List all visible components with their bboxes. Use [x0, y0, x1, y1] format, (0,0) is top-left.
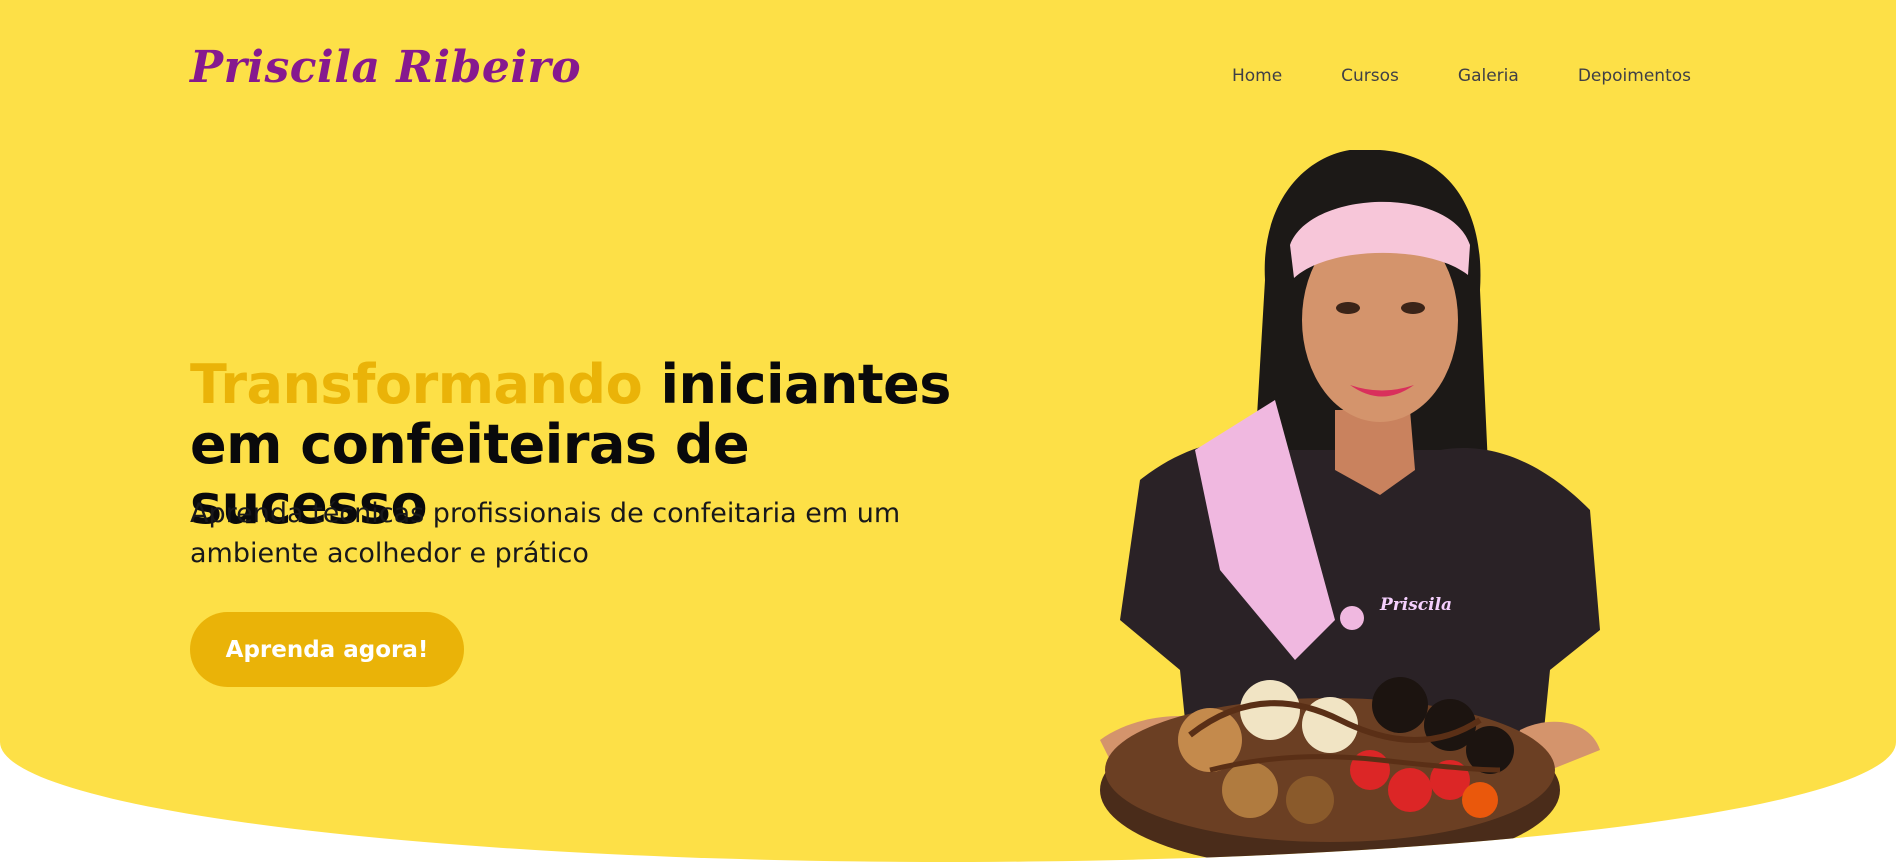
learn-now-button[interactable]: Aprenda agora! — [190, 612, 464, 687]
nav-link-home[interactable]: Home — [1232, 66, 1282, 86]
nav-link-galeria[interactable]: Galeria — [1458, 66, 1519, 86]
logo[interactable]: Priscila Ribeiro — [190, 42, 581, 93]
nav-link-cursos[interactable]: Cursos — [1341, 66, 1399, 86]
nav-link-depoimentos[interactable]: Depoimentos — [1578, 66, 1691, 86]
shirt-embroidery: Priscila — [1379, 595, 1452, 615]
hero-section: Priscila Ribeiro Home Cursos Galeria Dep… — [0, 0, 1896, 862]
main-nav: Home Cursos Galeria Depoimentos — [1232, 66, 1691, 86]
hero-subtitle: Aprenda técnicas profissionais de confei… — [190, 498, 901, 569]
hero-photo: Priscila — [1080, 150, 1640, 862]
headline-line1-rest: iniciantes — [660, 353, 952, 416]
headline-accent: Transformando — [190, 353, 643, 416]
